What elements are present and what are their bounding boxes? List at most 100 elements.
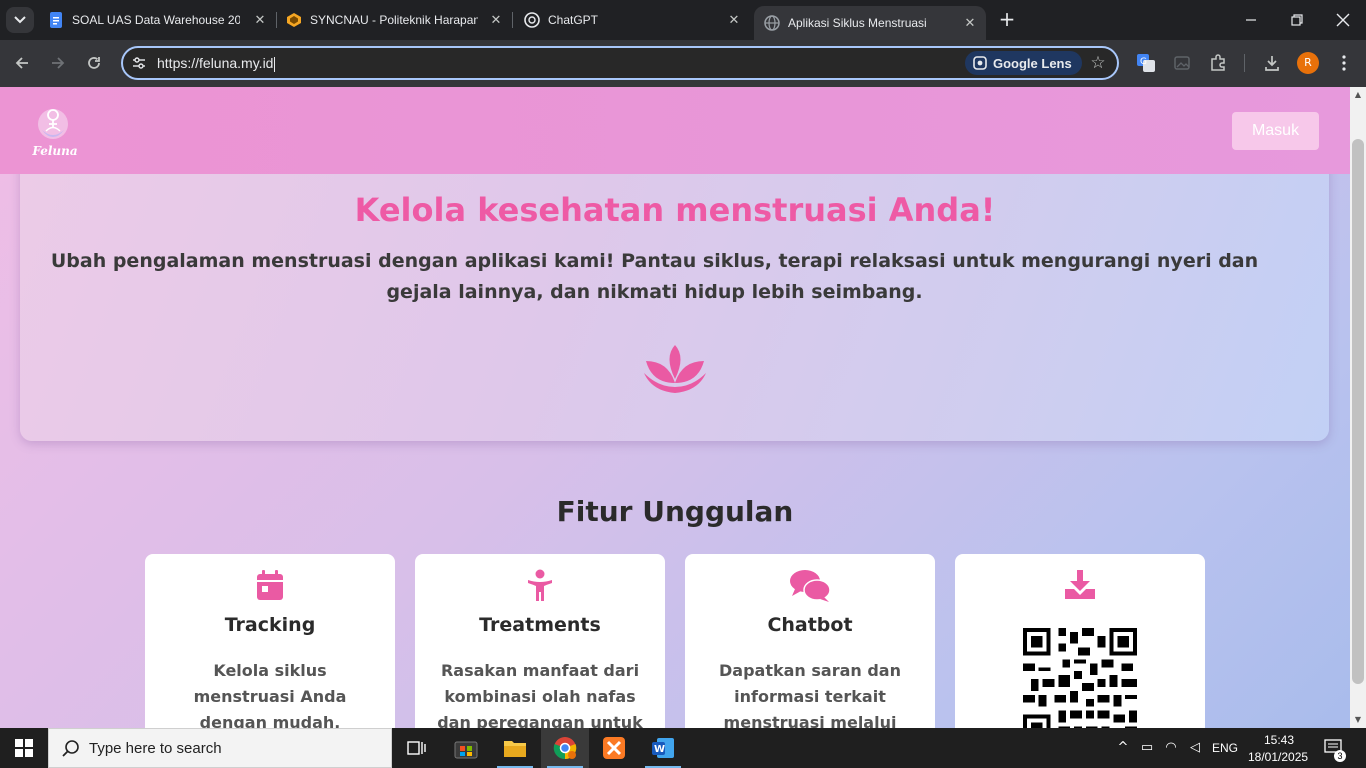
arrow-right-icon: [52, 57, 65, 69]
task-view-button[interactable]: [392, 728, 440, 768]
taskbar-chrome[interactable]: [541, 728, 589, 768]
scrollbar-thumb[interactable]: [1352, 139, 1364, 684]
url-text[interactable]: https://feluna.my.id: [157, 55, 276, 72]
feature-title: Chatbot: [767, 614, 853, 636]
toolbar-divider: [1244, 54, 1245, 72]
battery-icon[interactable]: ▭: [1138, 739, 1156, 757]
tab-chatgpt[interactable]: ChatGPT ✕: [524, 6, 746, 34]
close-tab-icon[interactable]: ✕: [726, 12, 742, 28]
taskbar-store[interactable]: [442, 728, 490, 768]
page-viewport: Feluna Masuk Kelola kesehatan menstruasi…: [0, 87, 1350, 728]
media-button[interactable]: [1170, 51, 1194, 75]
feature-title: Tracking: [224, 614, 316, 636]
calendar-icon: [257, 570, 283, 600]
syncnau-icon: [287, 13, 301, 27]
tab-title: Aplikasi Siklus Menstruasi: [788, 16, 927, 30]
features-title: Fitur Unggulan: [556, 495, 794, 528]
tray-overflow-icon[interactable]: ^: [1114, 739, 1132, 757]
qr-code-image: [1023, 628, 1137, 728]
windows-taskbar: Type here to search W ^ ▭ ◠ ◁ ENG 15:43 …: [0, 728, 1366, 768]
chevron-down-icon: [14, 16, 26, 24]
folder-icon: [504, 741, 526, 757]
minimize-button[interactable]: [1228, 0, 1274, 40]
tab-search-button[interactable]: [6, 7, 34, 33]
tab-aplikasi-siklus[interactable]: Aplikasi Siklus Menstruasi ✕: [754, 6, 986, 40]
chat-bubbles-icon: [790, 570, 831, 602]
site-settings-icon[interactable]: [131, 55, 147, 71]
close-tab-icon[interactable]: ✕: [252, 12, 268, 28]
tab-syncnau[interactable]: SYNCNAU - Politeknik Harapan ✕: [286, 6, 508, 34]
start-button[interactable]: [0, 728, 48, 768]
restore-icon: [1291, 14, 1303, 26]
clock-date[interactable]: 18/01/2025: [1248, 750, 1308, 764]
text-caret: [274, 56, 276, 72]
extensions-button[interactable]: [1206, 51, 1230, 75]
feature-title: Treatments: [479, 614, 601, 636]
feature-description: Rasakan manfaat dari kombinasi olah nafa…: [437, 661, 643, 728]
feature-description: Kelola siklus menstruasi Anda dengan mud…: [193, 661, 347, 728]
taskbar-search-input[interactable]: Type here to search: [48, 728, 392, 768]
close-icon: [1336, 13, 1350, 27]
profile-avatar[interactable]: R: [1297, 52, 1319, 74]
browser-toolbar: https://feluna.my.id Google Lens ☆ G: [0, 40, 1366, 87]
close-tab-icon[interactable]: ✕: [962, 15, 978, 31]
url-value: https://feluna.my.id: [157, 55, 274, 71]
lens-icon: [973, 56, 987, 70]
reload-icon: [88, 57, 100, 69]
taskbar-xampp[interactable]: [590, 728, 638, 768]
clock-time[interactable]: 15:43: [1264, 733, 1294, 747]
translate-button[interactable]: G: [1134, 51, 1158, 75]
scroll-down-icon[interactable]: ▼: [1353, 715, 1363, 725]
bookmark-star-icon[interactable]: ☆: [1087, 52, 1109, 74]
logo-text: Feluna: [32, 144, 78, 158]
menu-button[interactable]: [1332, 51, 1356, 75]
puzzle-icon: [1211, 54, 1225, 71]
hero-subtitle: Ubah pengalaman menstruasi dengan aplika…: [50, 250, 1259, 303]
tab-title: SYNCNAU - Politeknik Harapan: [310, 13, 478, 27]
svg-text:G: G: [1140, 57, 1147, 67]
language-indicator[interactable]: ENG: [1212, 741, 1238, 755]
microsoft-store-icon: [454, 741, 478, 759]
translate-icon: G: [1137, 54, 1155, 72]
google-lens-button[interactable]: Google Lens: [965, 51, 1082, 75]
feature-card-tracking[interactable]: Tracking Kelola siklus menstruasi Anda d…: [145, 554, 395, 728]
restore-button[interactable]: [1274, 0, 1320, 40]
downloads-button[interactable]: [1260, 51, 1284, 75]
lens-label: Google Lens: [993, 55, 1072, 71]
close-tab-icon[interactable]: ✕: [488, 12, 504, 28]
svg-text:W: W: [654, 744, 665, 755]
browser-tab-strip: SOAL UAS Data Warehouse 202 ✕ SYNCNAU - …: [0, 0, 1366, 40]
notification-count: 3: [1334, 750, 1346, 762]
taskbar-file-explorer[interactable]: [491, 728, 539, 768]
feature-card-chatbot[interactable]: Chatbot Dapatkan saran dan informasi ter…: [685, 554, 935, 728]
address-bar[interactable]: https://feluna.my.id Google Lens ☆: [121, 46, 1119, 80]
feature-description: Dapatkan saran dan informasi terkait men…: [719, 661, 901, 728]
search-icon: [62, 740, 79, 757]
reload-button[interactable]: [82, 51, 106, 75]
globe-icon: [764, 15, 780, 31]
kebab-menu-icon: [1342, 55, 1346, 71]
tab-soal-uas[interactable]: SOAL UAS Data Warehouse 202 ✕: [48, 6, 272, 34]
person-icon: [528, 569, 552, 601]
wifi-icon[interactable]: ◠: [1162, 739, 1180, 757]
feature-card-treatments[interactable]: Treatments Rasakan manfaat dari kombinas…: [415, 554, 665, 728]
new-tab-button[interactable]: +: [996, 9, 1018, 31]
volume-icon[interactable]: ◁: [1186, 739, 1204, 757]
taskbar-word[interactable]: W: [639, 728, 687, 768]
chatgpt-icon: [524, 12, 540, 28]
feature-card-download[interactable]: [955, 554, 1205, 728]
hero-title: Kelola kesehatan menstruasi Anda!: [354, 191, 996, 229]
forward-button[interactable]: [46, 51, 70, 75]
download-icon: [1065, 570, 1095, 599]
xampp-icon: [603, 737, 625, 759]
arrow-left-icon: [15, 57, 28, 69]
windows-logo-icon: [15, 739, 33, 757]
google-docs-icon: [50, 12, 62, 28]
close-window-button[interactable]: [1320, 0, 1366, 40]
page-scrollbar[interactable]: ▲ ▼: [1350, 87, 1366, 728]
scroll-up-icon[interactable]: ▲: [1353, 90, 1363, 100]
login-button[interactable]: Masuk: [1232, 112, 1319, 150]
site-logo[interactable]: Feluna: [28, 104, 82, 160]
chrome-icon: [553, 737, 577, 760]
back-button[interactable]: [10, 51, 34, 75]
